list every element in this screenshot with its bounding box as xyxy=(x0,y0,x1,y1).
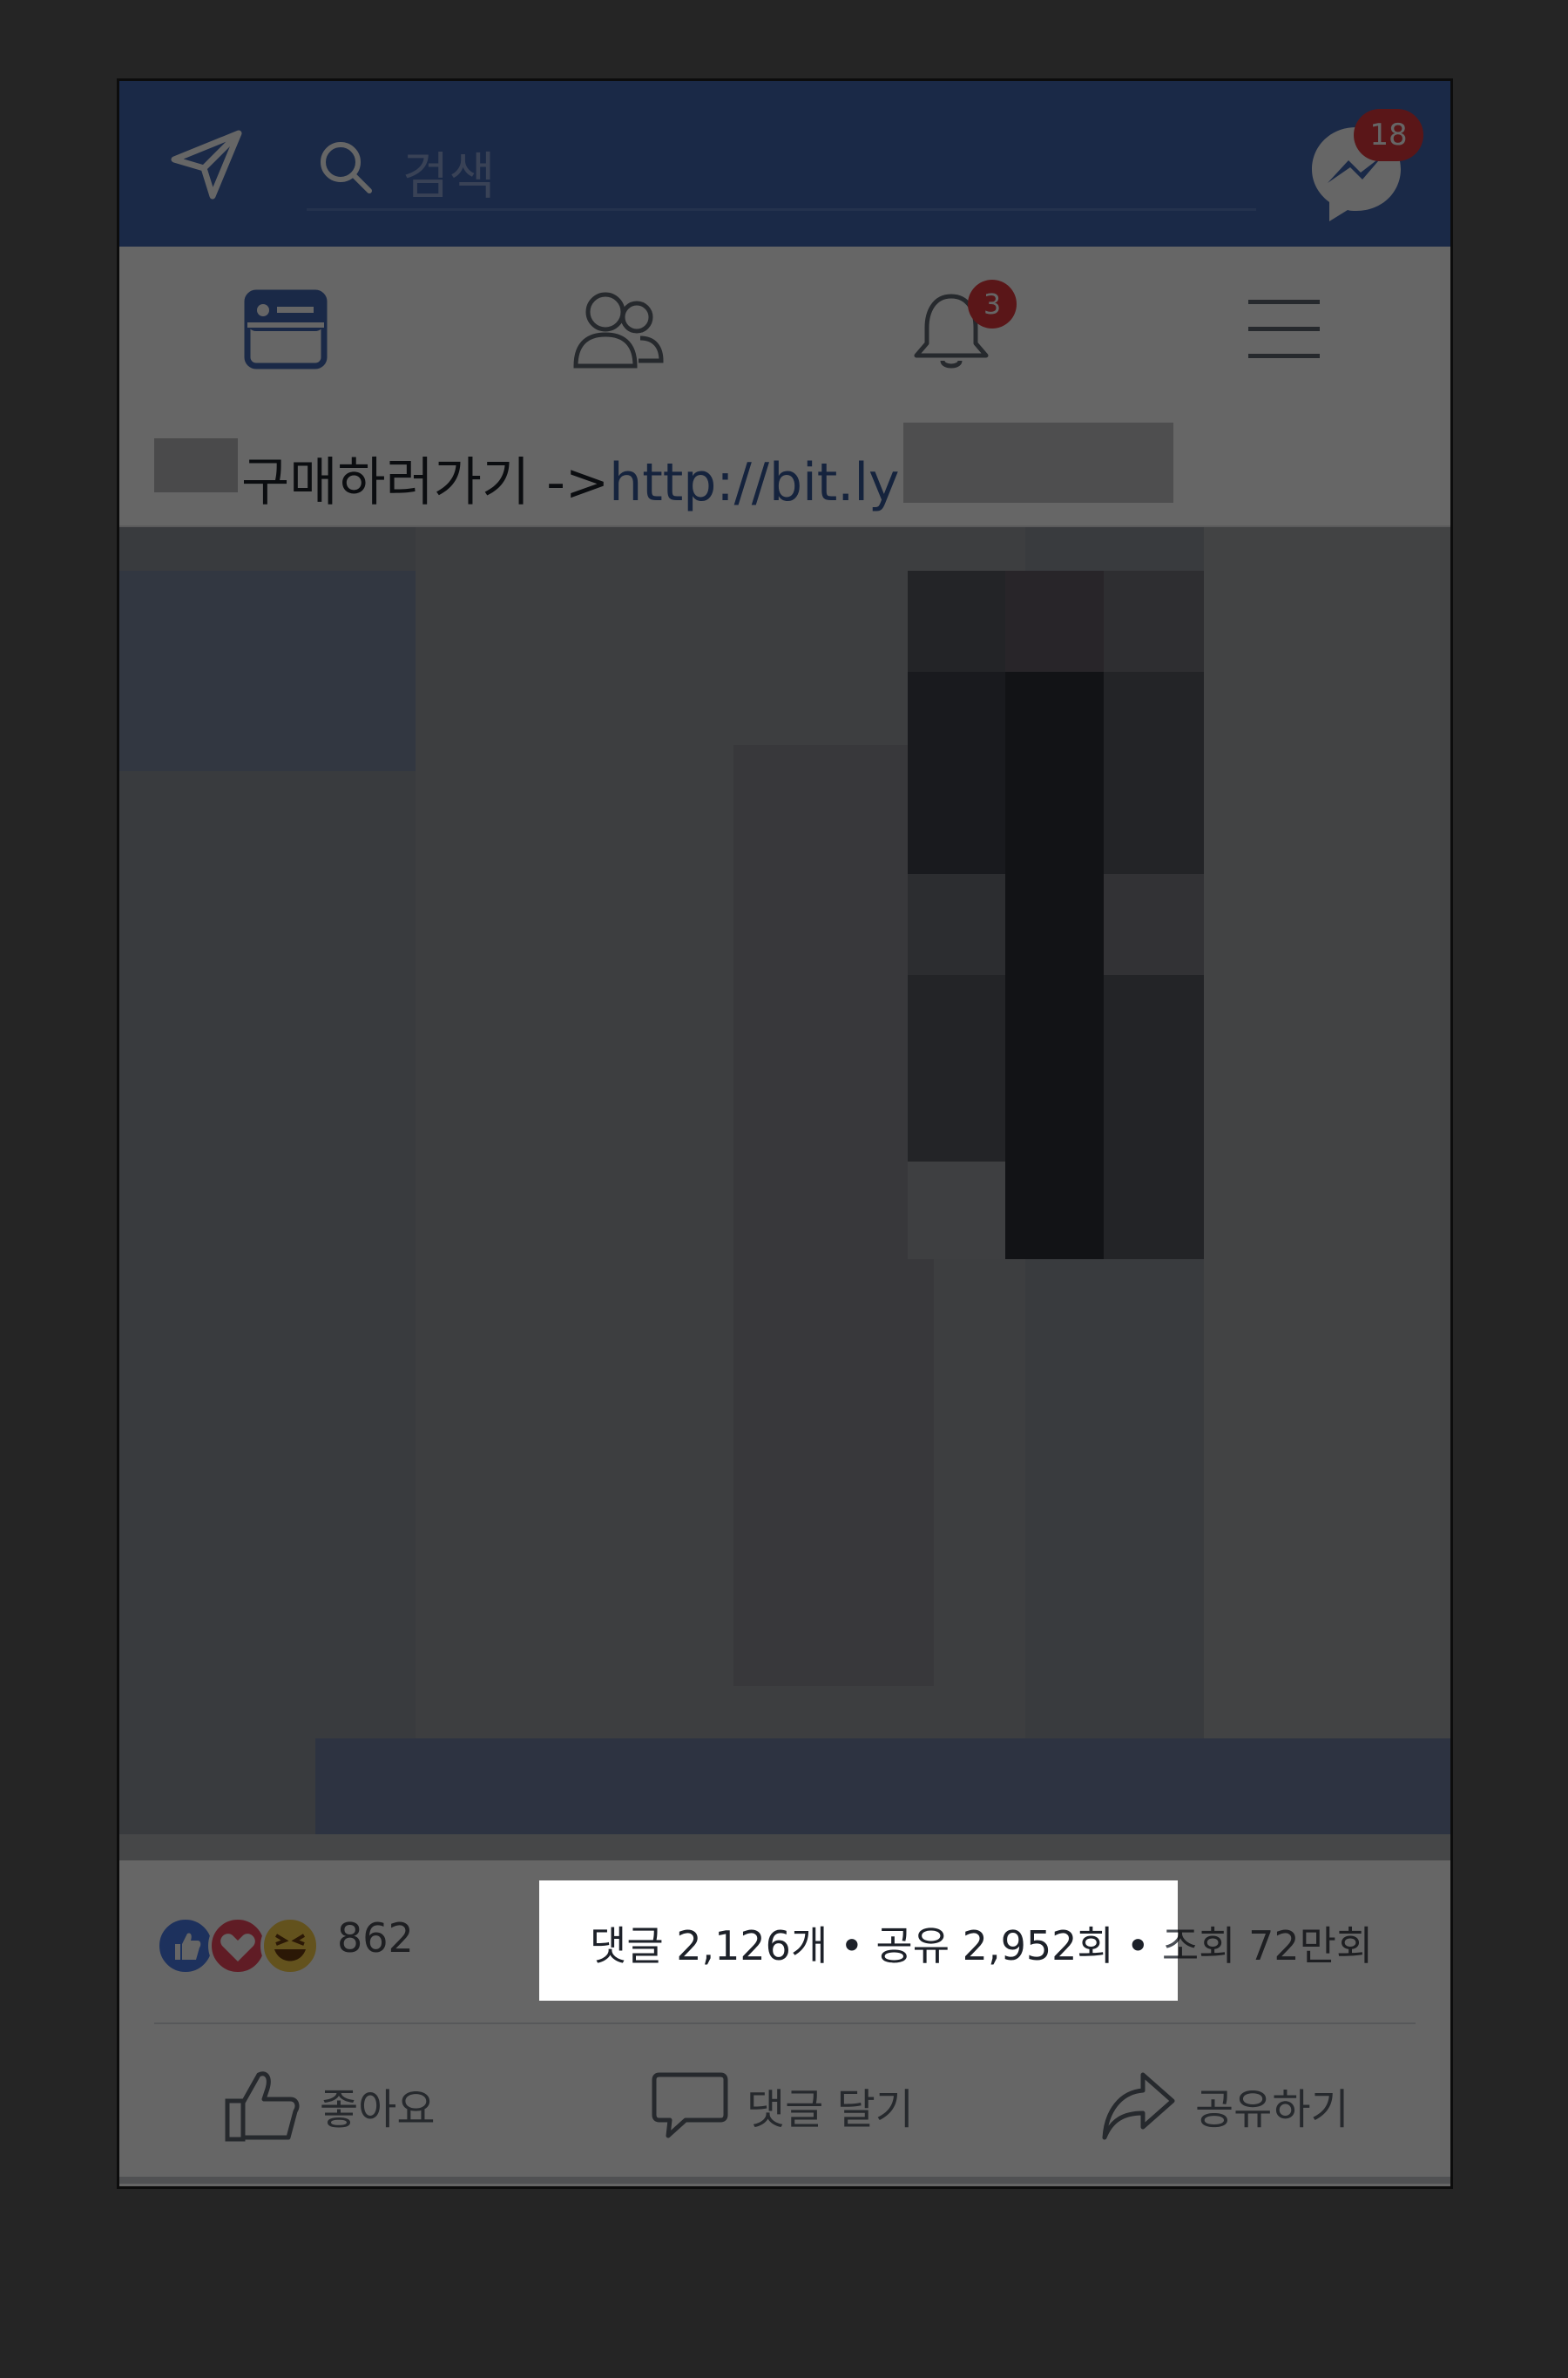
share-icon xyxy=(1102,2072,1175,2140)
news-feed-icon xyxy=(244,289,328,369)
post-message: 구매하러가기 ->http://bit.ly xyxy=(241,440,900,516)
separator-dot: • xyxy=(1125,1922,1150,1969)
tab-menu[interactable] xyxy=(1118,247,1450,412)
view-count: 조회 72만회 xyxy=(1161,1922,1374,1969)
bottom-border xyxy=(119,2177,1450,2184)
redacted-block xyxy=(154,438,238,492)
tab-friends[interactable] xyxy=(452,247,785,412)
reaction-icons[interactable] xyxy=(154,1911,328,1981)
friends-icon xyxy=(573,292,664,369)
comment-icon xyxy=(652,2072,728,2138)
search-bar[interactable]: 검색 xyxy=(307,125,1256,211)
action-row: 좋아요 댓글 달기 공유하기 xyxy=(119,2024,1450,2186)
post-video[interactable] xyxy=(119,527,1450,1860)
post-prefix: 구매하러가기 -> xyxy=(241,452,610,513)
messenger-badge: 18 xyxy=(1354,109,1423,161)
mobile-screen: 검색 18 3 구매하러가기 ->http://bit.ly 862 댓글 2,… xyxy=(117,78,1453,2189)
like-button[interactable]: 좋아요 xyxy=(224,2059,485,2146)
send-icon[interactable] xyxy=(167,125,246,203)
top-bar: 검색 18 xyxy=(119,81,1450,247)
post-text: 구매하러가기 ->http://bit.ly xyxy=(119,412,1450,527)
separator-dot: • xyxy=(840,1922,864,1969)
post-stats: 댓글 2,126개 • 공유 2,952회 • 조회 72만회 xyxy=(590,1914,1373,1972)
comment-label: 댓글 달기 xyxy=(747,2085,914,2134)
share-label: 공유하기 xyxy=(1195,2085,1349,2134)
like-label: 좋아요 xyxy=(320,2085,436,2134)
redacted-link xyxy=(903,423,1173,503)
tab-bar: 3 xyxy=(119,247,1450,414)
post-link[interactable]: http://bit.ly xyxy=(609,452,899,513)
reactions-row: 862 댓글 2,126개 • 공유 2,952회 • 조회 72만회 xyxy=(119,1860,1450,2035)
tab-notifications[interactable]: 3 xyxy=(785,247,1118,412)
menu-icon xyxy=(1248,300,1320,358)
share-count[interactable]: 공유 2,952회 xyxy=(875,1922,1113,1969)
notifications-badge: 3 xyxy=(968,280,1017,329)
comment-button[interactable]: 댓글 달기 xyxy=(651,2059,964,2146)
tab-news-feed[interactable] xyxy=(119,247,452,412)
thumbs-up-icon xyxy=(225,2071,300,2142)
search-placeholder: 검색 xyxy=(402,146,496,206)
search-icon xyxy=(321,142,372,193)
comment-count[interactable]: 댓글 2,126개 xyxy=(590,1922,828,1969)
reaction-count[interactable]: 862 xyxy=(337,1914,414,1961)
share-button[interactable]: 공유하기 xyxy=(1099,2059,1378,2146)
